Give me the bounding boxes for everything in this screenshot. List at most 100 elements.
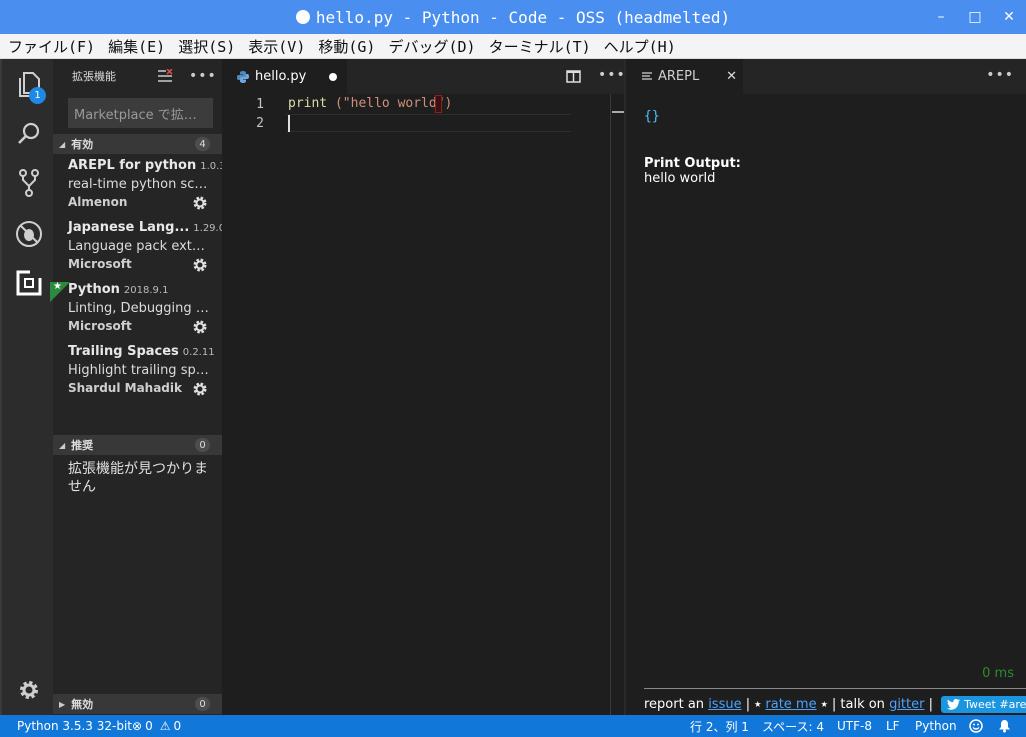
menu-file[interactable]: ファイル(F) xyxy=(8,36,95,57)
menu-help[interactable]: ヘルプ(H) xyxy=(604,36,676,57)
extension-publisher: Microsoft xyxy=(68,257,132,271)
extension-publisher: Shardul Mahadik xyxy=(68,381,182,395)
debug-activity[interactable] xyxy=(2,210,55,258)
tab-hello-py[interactable]: hello.py xyxy=(222,59,347,94)
encoding[interactable]: UTF-8 xyxy=(837,719,872,733)
extension-gear-icon[interactable] xyxy=(192,195,208,211)
issue-link[interactable]: issue xyxy=(708,697,741,712)
source-control-icon xyxy=(18,169,39,197)
disabled-section-label: 無効 xyxy=(71,698,94,711)
window-title-text: hello.py - Python - Code - OSS (headmelt… xyxy=(315,7,731,27)
extensions-activity[interactable] xyxy=(2,259,55,307)
extension-item-arepl[interactable]: AREPL for python 1.0.3 real-time python s… xyxy=(53,158,226,220)
execution-time: 0 ms xyxy=(982,666,1014,681)
debug-icon xyxy=(15,221,42,247)
tweet-label: Tweet #arepl xyxy=(964,698,1026,711)
menu-selection[interactable]: 選択(S) xyxy=(178,36,235,57)
extension-publisher: Almenon xyxy=(68,195,128,209)
chevron-right-icon: ▶ xyxy=(59,699,66,709)
language-mode[interactable]: Python xyxy=(915,719,957,733)
editor-scrollbar[interactable] xyxy=(610,94,611,715)
extension-description: Highlight trailing spaces and delete the… xyxy=(68,363,210,378)
extension-gear-icon[interactable] xyxy=(192,381,208,397)
window-title: hello.py - Python - Code - OSS (headmelt… xyxy=(295,7,731,27)
manage-activity[interactable] xyxy=(2,666,55,714)
editor-more-button[interactable]: ••• xyxy=(598,67,626,83)
source-control-activity[interactable] xyxy=(2,159,55,207)
clear-extensions-icon[interactable] xyxy=(157,69,173,83)
extensions-icon xyxy=(16,270,42,296)
cursor-position[interactable]: 行 2、列 1 xyxy=(690,718,749,735)
error-icon: ⊗ xyxy=(132,719,143,733)
status-bar: Python 3.5.3 32-bit ⊗ 0 ⚠ 0 行 2、列 1 スペース: … xyxy=(0,715,1026,737)
disabled-section-header[interactable]: ▶ 無効 0 xyxy=(53,694,222,714)
explorer-activity[interactable]: 1 xyxy=(2,61,55,109)
extension-version: 1.29.0 xyxy=(193,223,226,234)
end-of-line[interactable]: LF xyxy=(886,719,900,733)
menu-bar: ファイル(F) 編集(E) 選択(S) 表示(V) 移動(G) デバッグ(D) … xyxy=(0,34,1026,59)
feedback-smiley-icon[interactable] xyxy=(969,719,983,733)
extension-name: Japanese Lang... 1.29.0 xyxy=(68,220,226,235)
chevron-down-icon: ◢ xyxy=(59,440,66,450)
sidebar-title: 拡張機能 xyxy=(72,70,116,83)
error-count: 0 xyxy=(145,719,153,733)
close-tab-icon[interactable]: ✕ xyxy=(726,69,737,84)
minimize-button[interactable]: – xyxy=(934,9,948,25)
arepl-variables: {} xyxy=(644,109,660,124)
twitter-bird-icon xyxy=(947,699,961,710)
python-interpreter[interactable]: Python 3.5.3 32-bit xyxy=(17,719,132,733)
arepl-more-button[interactable]: ••• xyxy=(986,67,1014,83)
settings-gear-icon xyxy=(19,681,38,699)
footer-text: | ⭑ xyxy=(741,697,766,712)
indentation[interactable]: スペース: 4 xyxy=(762,718,824,735)
maximize-button[interactable]: □ xyxy=(968,9,982,25)
notifications-bell-icon[interactable] xyxy=(998,719,1011,733)
current-line-highlight xyxy=(286,114,571,132)
arepl-output-pane: {} Print Output: hello world 0 ms report… xyxy=(626,94,1026,715)
recommended-section-label: 推奨 xyxy=(71,439,94,452)
extension-item-japanese[interactable]: Japanese Lang... 1.29.0 Language pack ext… xyxy=(53,220,226,282)
recommended-count-badge: 0 xyxy=(195,438,210,452)
problems-indicator[interactable]: ⊗ 0 ⚠ 0 xyxy=(132,719,181,733)
enabled-section-header[interactable]: ◢ 有効 4 xyxy=(53,134,222,154)
bracket-match-highlight xyxy=(435,95,442,113)
tab-arepl[interactable]: AREPL ✕ xyxy=(626,59,743,94)
code-line[interactable]: print ("hello world") xyxy=(288,96,452,111)
search-icon xyxy=(17,122,39,144)
search-activity[interactable] xyxy=(2,110,55,158)
arepl-footer: report an issue | ⭑ rate me ⭑ | talk on … xyxy=(644,696,1026,713)
editor-tab-bar: hello.py ••• xyxy=(222,59,626,94)
unsaved-dot-icon xyxy=(295,10,310,24)
tweet-button[interactable]: Tweet #arepl xyxy=(941,696,1026,713)
marketplace-search-input[interactable]: Marketplace で拡張機能を検索する xyxy=(68,98,213,128)
print-output-value: hello world xyxy=(644,171,716,186)
extension-description: real-time python scratchpad xyxy=(68,177,210,192)
rate-me-link[interactable]: rate me xyxy=(765,697,816,712)
extension-item-trailing-spaces[interactable]: Trailing Spaces 0.2.11 Highlight trailing… xyxy=(53,344,222,406)
code-editor[interactable]: 1 print ("hello world") 2 xyxy=(222,94,626,715)
menu-terminal[interactable]: ターミナル(T) xyxy=(489,36,591,57)
warning-icon: ⚠ xyxy=(159,719,171,733)
split-editor-icon[interactable] xyxy=(566,70,581,83)
close-window-button[interactable]: ✕ xyxy=(1002,9,1016,25)
python-file-icon xyxy=(237,70,249,83)
recommended-section-header[interactable]: ◢ 推奨 0 xyxy=(53,435,222,455)
extension-gear-icon[interactable] xyxy=(192,257,208,273)
gitter-link[interactable]: gitter xyxy=(889,697,924,712)
line-number: 2 xyxy=(256,116,264,131)
menu-debug[interactable]: デバッグ(D) xyxy=(388,36,475,57)
extension-gear-icon[interactable] xyxy=(192,319,208,335)
tab-filename: hello.py xyxy=(255,69,307,84)
overview-ruler-mark xyxy=(612,111,624,113)
menu-edit[interactable]: 編集(E) xyxy=(108,36,165,57)
extension-item-python[interactable]: ★ Python2018.9.1 Linting, Debugging (mul… xyxy=(50,281,222,344)
extension-name: Python 2018.9.1 xyxy=(68,282,169,297)
sidebar-more-button[interactable]: ••• xyxy=(189,68,217,84)
preview-doc-icon xyxy=(642,71,652,80)
unsaved-dot-icon[interactable] xyxy=(329,73,337,81)
extension-version: 2018.9.1 xyxy=(123,285,169,296)
menu-view[interactable]: 表示(V) xyxy=(248,36,305,57)
menu-go[interactable]: 移動(G) xyxy=(318,36,375,57)
extensions-sidebar: 拡張機能 ••• Marketplace で拡張機能を検索する ◢ 有効 4 A… xyxy=(50,59,226,715)
text-cursor xyxy=(288,115,290,132)
